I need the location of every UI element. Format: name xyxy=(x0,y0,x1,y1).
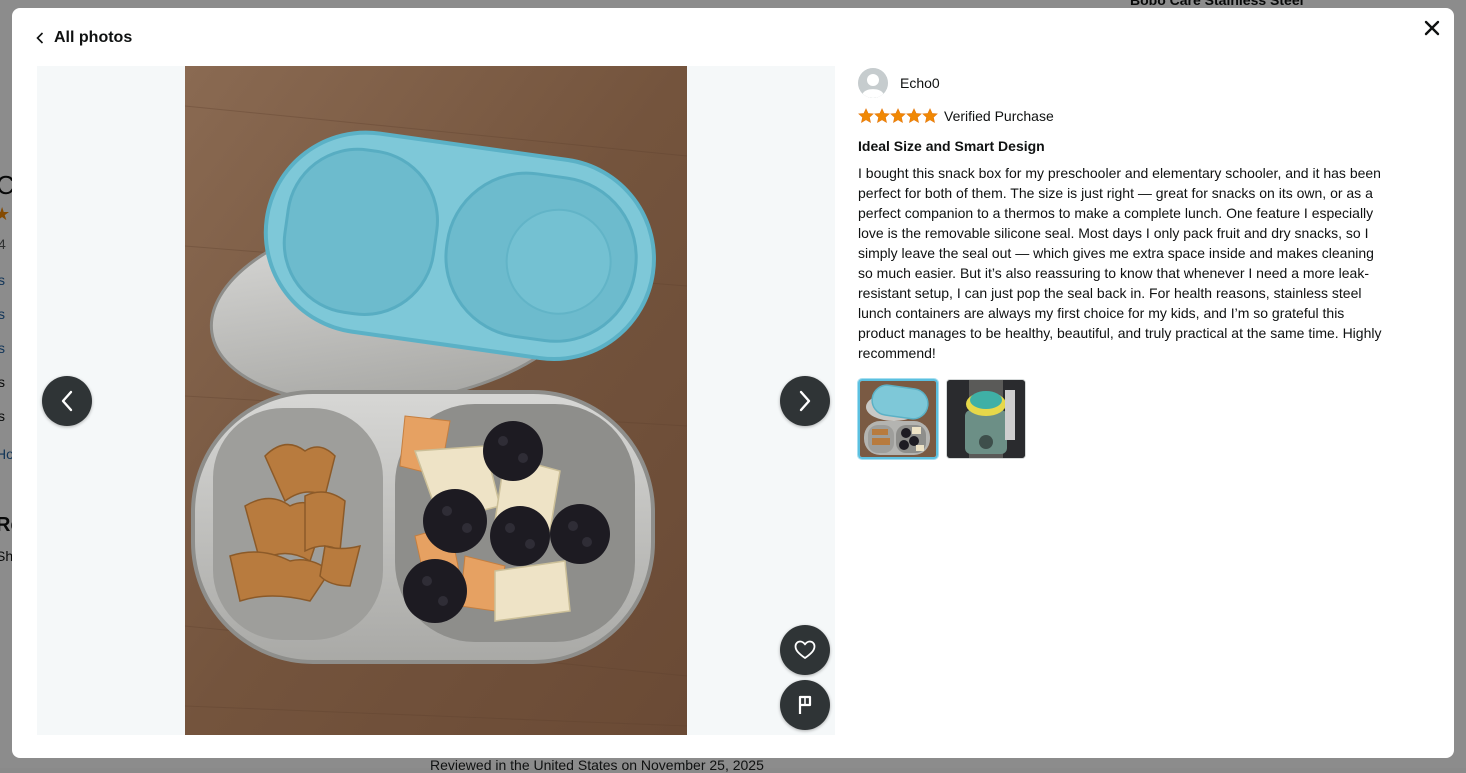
all-photos-link[interactable]: All photos xyxy=(36,26,132,50)
review-photo xyxy=(185,66,687,735)
avatar xyxy=(858,68,888,98)
all-photos-label: All photos xyxy=(54,29,133,46)
thumbnail-thermos-bag[interactable] xyxy=(946,379,1026,459)
chevron-right-icon xyxy=(799,390,811,412)
star-icon xyxy=(874,108,890,123)
bg-review-date: Reviewed in the United States on Novembe… xyxy=(430,757,764,773)
reviewer-name[interactable]: Echo0 xyxy=(900,75,940,91)
star-rating[interactable] xyxy=(858,108,938,124)
previous-photo-button[interactable] xyxy=(42,376,92,426)
star-icon xyxy=(858,108,874,123)
close-icon xyxy=(1424,20,1440,36)
review-panel: Echo0 Verified Purchase Ideal Size and S… xyxy=(858,68,1398,459)
rating-row: Verified Purchase xyxy=(858,107,1398,125)
verified-purchase-badge: Verified Purchase xyxy=(944,108,1054,124)
report-photo-button[interactable] xyxy=(780,680,830,730)
photo-modal: All photos Echo0 Verified Purchase Ideal… xyxy=(12,8,1454,758)
next-photo-button[interactable] xyxy=(780,376,830,426)
like-photo-button[interactable] xyxy=(780,625,830,675)
photo-thumbnails xyxy=(858,379,1398,459)
review-title: Ideal Size and Smart Design xyxy=(858,138,1045,154)
chevron-left-icon xyxy=(61,390,73,412)
chevron-left-icon xyxy=(36,32,44,44)
user-icon xyxy=(858,68,888,98)
star-icon xyxy=(890,108,906,123)
star-icon xyxy=(906,108,922,123)
review-body: I bought this snack box for my preschool… xyxy=(858,165,1382,361)
photo-viewer xyxy=(37,66,835,735)
reviewer-profile[interactable]: Echo0 xyxy=(858,68,1398,98)
close-button[interactable] xyxy=(1420,16,1444,40)
thumbnail-lunchbox-open[interactable] xyxy=(858,379,938,459)
flag-icon xyxy=(798,695,812,714)
star-icon xyxy=(922,108,938,123)
heart-icon xyxy=(794,640,816,659)
